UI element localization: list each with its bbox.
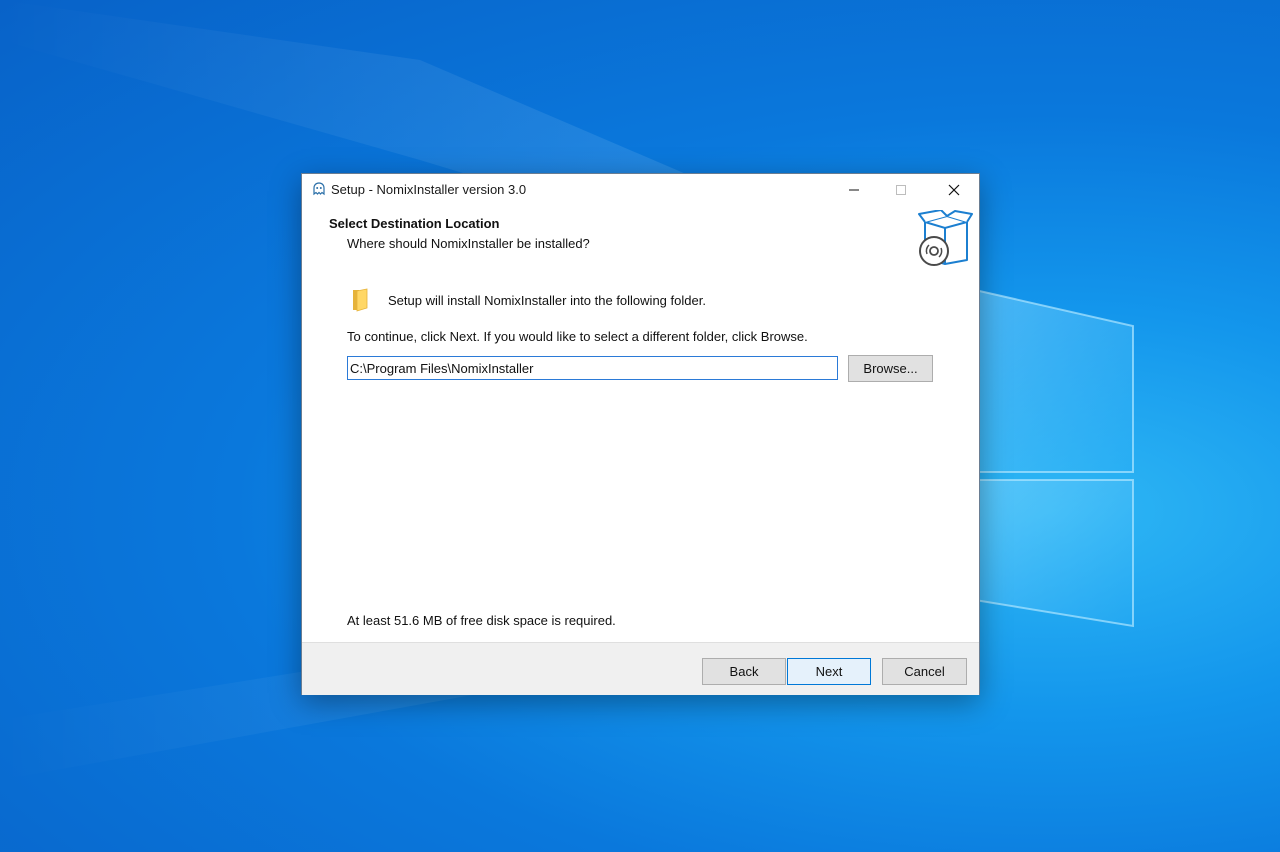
browse-button[interactable]: Browse... <box>848 355 933 382</box>
title-bar[interactable]: Setup - NomixInstaller version 3.0 <box>302 174 979 205</box>
folder-icon <box>353 288 368 312</box>
installer-app-icon <box>313 182 325 196</box>
install-box-disc-icon <box>918 210 973 266</box>
page-title: Select Destination Location <box>329 216 500 231</box>
close-icon <box>948 184 960 195</box>
maximize-icon <box>896 184 906 195</box>
continue-instructions: To continue, click Next. If you would li… <box>347 329 808 344</box>
minimize-button[interactable] <box>831 174 877 205</box>
destination-path-input[interactable] <box>347 356 838 380</box>
window-title: Setup - NomixInstaller version 3.0 <box>331 182 527 197</box>
setup-window: Setup - NomixInstaller version 3.0 Selec… <box>301 173 980 695</box>
maximize-button <box>878 174 924 205</box>
install-folder-message: Setup will install NomixInstaller into t… <box>388 293 706 308</box>
minimize-icon <box>849 189 859 190</box>
page-subtitle: Where should NomixInstaller be installed… <box>347 236 590 251</box>
next-button[interactable]: Next <box>787 658 871 685</box>
cancel-button[interactable]: Cancel <box>882 658 967 685</box>
close-button[interactable] <box>931 174 977 205</box>
disk-space-requirement: At least 51.6 MB of free disk space is r… <box>347 613 616 628</box>
back-button[interactable]: Back <box>702 658 786 685</box>
wizard-footer: Back Next Cancel <box>302 642 979 695</box>
